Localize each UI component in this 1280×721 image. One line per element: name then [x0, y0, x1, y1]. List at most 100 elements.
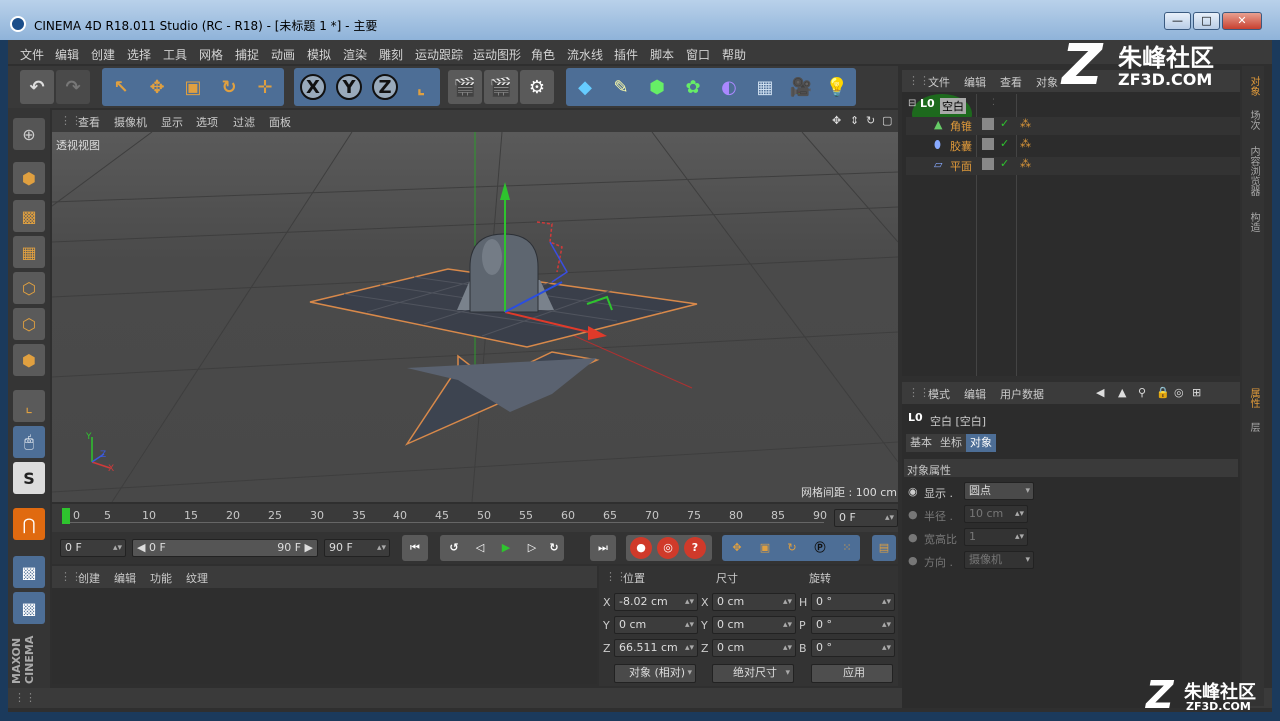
render-view-icon[interactable]: 🎬 — [448, 70, 482, 104]
apply-button[interactable]: 应用 — [811, 664, 893, 683]
sidetab-content-browser[interactable]: 内容浏览器 — [1245, 146, 1261, 196]
size-z-field[interactable]: 0 cm ▴▾ — [712, 639, 796, 657]
coordinate-system-icon[interactable]: ⌞ — [404, 70, 438, 104]
viewport-pan-icon[interactable]: ✥ — [832, 114, 841, 127]
redo-icon[interactable]: ↷ — [56, 70, 90, 104]
subdivision-surface-icon[interactable]: ⬢ — [640, 70, 674, 104]
polygons-mode-icon[interactable]: ⬢ — [13, 344, 45, 376]
timeline-playhead[interactable] — [62, 508, 70, 524]
camera-icon[interactable]: 🎥 — [784, 70, 818, 104]
size-mode-dropdown[interactable]: 绝对尺寸 ▾ — [712, 664, 794, 683]
collapse-icon[interactable]: ⊟ — [908, 98, 916, 109]
menu-motion-tracking[interactable]: 运动跟踪 — [415, 46, 463, 63]
position-x-field[interactable]: -8.02 cm ▴▾ — [614, 593, 698, 611]
lock-icon[interactable]: 🔒 — [1156, 386, 1170, 399]
viewport-menu-panel[interactable]: 面板 — [269, 114, 291, 130]
rotation-h-field[interactable]: 0 ° ▴▾ — [811, 593, 895, 611]
target-icon[interactable]: ◎ — [1174, 386, 1184, 399]
go-to-end-icon[interactable]: ⏭ — [590, 535, 616, 561]
sidetab-takes[interactable]: 场次 — [1245, 110, 1261, 130]
axis-mode-icon[interactable]: ⌞ — [13, 390, 45, 422]
deformer-icon[interactable]: ◐ — [712, 70, 746, 104]
menu-simulate[interactable]: 模拟 — [307, 46, 331, 63]
rotation-b-field[interactable]: 0 ° ▴▾ — [811, 639, 895, 657]
display-dropdown[interactable]: 圆点 ▾ — [964, 482, 1034, 500]
layer-swatch[interactable] — [982, 158, 994, 170]
points-mode-icon[interactable]: ⬡ — [13, 272, 45, 304]
previous-frame-icon[interactable]: ◁ — [468, 535, 492, 561]
maximize-button[interactable]: □ — [1193, 12, 1220, 30]
planar-workplane-icon[interactable]: ▩ — [13, 592, 45, 624]
sidetab-structure[interactable]: 构造 — [1245, 212, 1261, 232]
radius-field[interactable]: 10 cm ▴▾ — [964, 505, 1028, 523]
floor-icon[interactable]: ▦ — [748, 70, 782, 104]
move-icon[interactable]: ✥ — [140, 70, 174, 104]
tab-coord[interactable]: 坐标 — [936, 434, 966, 452]
menu-create[interactable]: 创建 — [91, 46, 115, 63]
undo-icon[interactable]: ↶ — [20, 70, 54, 104]
menu-script[interactable]: 脚本 — [650, 46, 674, 63]
live-selection-icon[interactable]: ↖ — [104, 70, 138, 104]
up-arrow-icon[interactable]: ▲ — [1118, 386, 1126, 399]
lock-workplane-icon[interactable]: ▩ — [13, 556, 45, 588]
menu-plugins[interactable]: 插件 — [614, 46, 638, 63]
viewport-menu-options[interactable]: 选项 — [196, 114, 218, 130]
transform-icon[interactable]: ✛ — [248, 70, 282, 104]
viewport-toggle-icon[interactable]: ▢ — [882, 114, 892, 127]
layer-swatch[interactable] — [982, 138, 994, 150]
next-frame-icon[interactable]: ▷ — [520, 535, 544, 561]
size-y-field[interactable]: 0 cm ▴▾ — [712, 616, 796, 634]
object-menu-view[interactable]: 查看 — [1000, 74, 1022, 90]
object-row-pyramid[interactable]: ▲ 角锥 ✓ ⁂ — [906, 117, 1240, 135]
search-icon[interactable]: ⚲ — [1138, 386, 1146, 399]
texture-mode-icon[interactable]: ▩ — [13, 200, 45, 232]
menu-mograph[interactable]: 运动图形 — [473, 46, 521, 63]
next-keyframe-icon[interactable]: ↻ — [544, 535, 564, 561]
current-frame-field[interactable]: 0 F ▴▾ — [834, 509, 898, 527]
menu-render[interactable]: 渲染 — [343, 46, 367, 63]
enabled-check-icon[interactable]: ✓ — [1000, 157, 1009, 170]
viewport-zoom-icon[interactable]: ⇕ — [850, 114, 859, 127]
phong-tag-icon[interactable]: ⁂ — [1020, 117, 1031, 130]
z-axis-lock-button[interactable]: Z — [368, 70, 402, 104]
object-menu-file[interactable]: 文件 — [928, 74, 950, 90]
key-rotation-icon[interactable]: ↻ — [779, 535, 805, 561]
new-panel-icon[interactable]: ⊞ — [1192, 386, 1201, 399]
menu-select[interactable]: 选择 — [127, 46, 151, 63]
object-name[interactable]: 胶囊 — [950, 138, 972, 154]
position-z-field[interactable]: 66.511 cm ▴▾ — [614, 639, 698, 657]
menu-file[interactable]: 文件 — [20, 46, 44, 63]
go-to-start-icon[interactable]: ⏮ — [402, 535, 428, 561]
menu-edit[interactable]: 编辑 — [55, 46, 79, 63]
cube-icon[interactable]: ◆ — [568, 70, 602, 104]
object-menu-edit[interactable]: 编辑 — [964, 74, 986, 90]
object-row-plane[interactable]: ▱ 平面 ✓ ⁂ — [906, 157, 1240, 175]
perspective-viewport[interactable]: 透视视图 Y X Z 网格间距 : 100 cm — [52, 132, 898, 502]
timeline-window-icon[interactable]: ▤ — [872, 535, 896, 561]
y-axis-lock-button[interactable]: Y — [332, 70, 366, 104]
radio-icon[interactable]: ◉ — [908, 485, 918, 498]
menu-animate[interactable]: 动画 — [271, 46, 295, 63]
viewport-rotate-icon[interactable]: ↻ — [866, 114, 875, 127]
menu-pipeline[interactable]: 流水线 — [567, 46, 603, 63]
attr-menu-mode[interactable]: 模式 — [928, 386, 950, 402]
key-point-level-icon[interactable]: ⁙ — [834, 535, 860, 561]
viewport-menu-camera[interactable]: 摄像机 — [114, 114, 147, 130]
render-settings-icon[interactable]: ⚙ — [520, 70, 554, 104]
tweak-mode-icon[interactable]: 🖱 — [13, 426, 45, 458]
sidetab-objects[interactable]: 对象 — [1245, 76, 1261, 96]
tab-object[interactable]: 对象 — [966, 434, 996, 452]
radio-icon[interactable]: ● — [908, 554, 918, 567]
menu-snap[interactable]: 捕捉 — [235, 46, 259, 63]
menu-mesh[interactable]: 网格 — [199, 46, 223, 63]
autokey-icon[interactable]: ◎ — [657, 537, 679, 559]
tab-basic[interactable]: 基本 — [906, 434, 936, 452]
object-menu-object[interactable]: 对象 — [1036, 74, 1058, 90]
x-axis-lock-button[interactable]: X — [296, 70, 330, 104]
scale-icon[interactable]: ▣ — [176, 70, 210, 104]
aspect-field[interactable]: 1 ▴▾ — [964, 528, 1028, 546]
material-menu-create[interactable]: 创建 — [78, 570, 100, 586]
enabled-check-icon[interactable]: ✓ — [1000, 137, 1009, 150]
menu-help[interactable]: 帮助 — [722, 46, 746, 63]
object-name[interactable]: 角锥 — [950, 118, 972, 134]
